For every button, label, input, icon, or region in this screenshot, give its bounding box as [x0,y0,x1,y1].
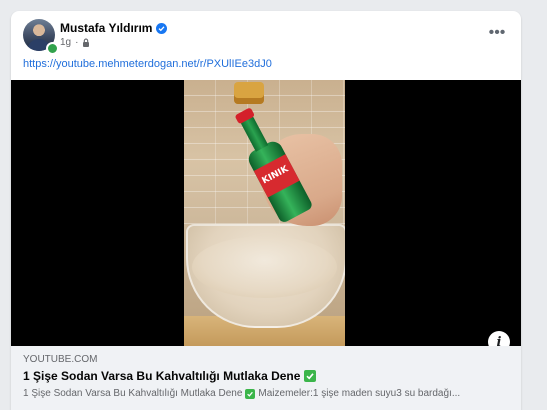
online-status-icon [46,42,59,55]
spice-jar [234,82,264,104]
link-preview-domain: YOUTUBE.COM [23,354,98,365]
flour-mound [192,236,337,298]
video-frame: KINIK [184,80,345,346]
author-line: Mustafa Yıldırım [60,21,168,35]
more-options-button[interactable]: ••• [485,23,509,43]
video-thumbnail[interactable]: KINIK i [11,80,521,353]
post-link[interactable]: https://youtube.mehmeterdogan.net/r/PXUl… [23,58,272,70]
post-meta: 1g · [60,37,90,48]
post-header: Mustafa Yıldırım 1g · ••• [11,11,521,59]
check-mark-icon [245,388,256,399]
bottle-brand-label: KINIK [260,164,291,187]
post-card: Mustafa Yıldırım 1g · ••• https://youtub… [11,11,521,410]
link-preview-description: 1 Şişe Sodan Varsa Bu Kahvaltılığı Mutla… [23,388,461,399]
author-name[interactable]: Mustafa Yıldırım [60,21,152,35]
lock-icon[interactable] [82,38,90,47]
verified-badge-icon [156,22,168,34]
link-preview-title-row: 1 Şişe Sodan Varsa Bu Kahvaltılığı Mutla… [23,369,317,383]
post-timestamp[interactable]: 1g [60,37,71,48]
link-preview[interactable]: YOUTUBE.COM 1 Şişe Sodan Varsa Bu Kahval… [11,346,521,410]
check-mark-icon [304,370,317,382]
link-preview-title: 1 Şişe Sodan Varsa Bu Kahvaltılığı Mutla… [23,369,301,383]
